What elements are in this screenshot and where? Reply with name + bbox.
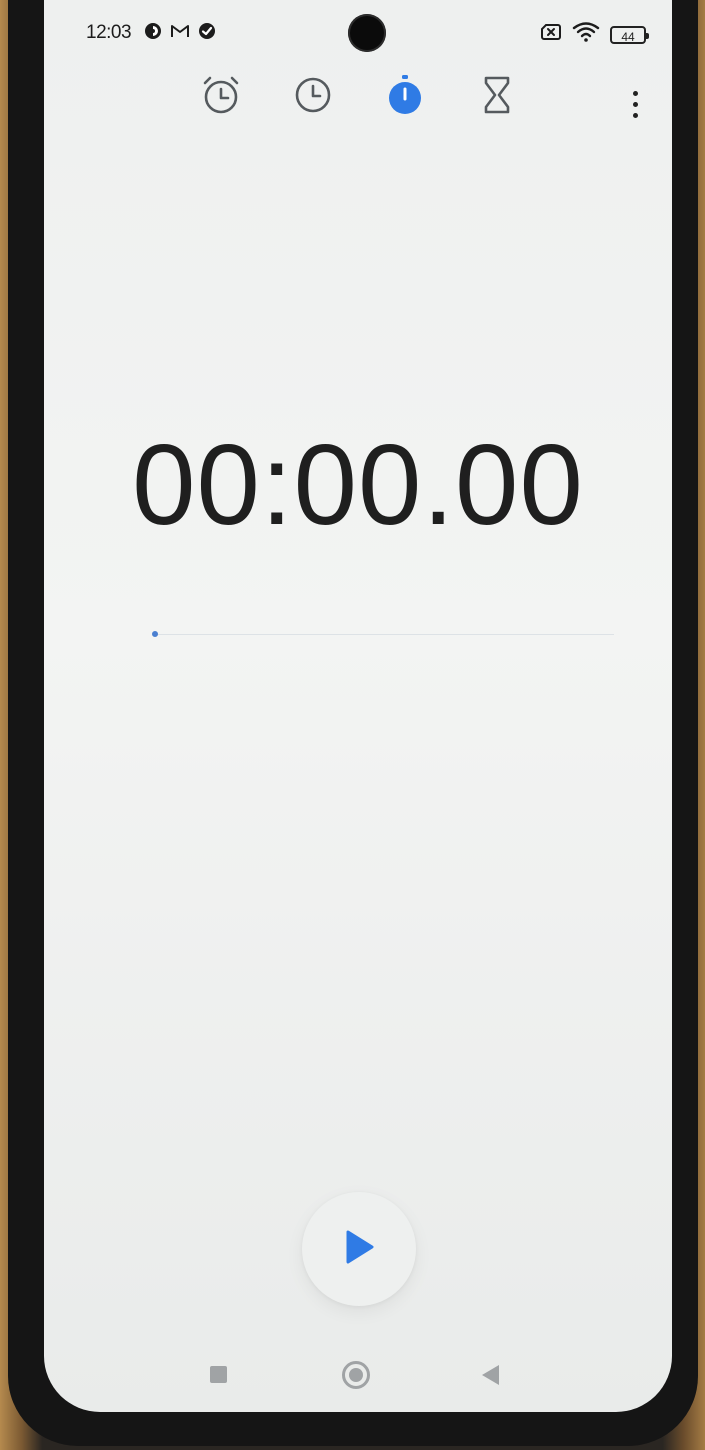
home-button[interactable] (342, 1361, 370, 1389)
navigation-bar (44, 1345, 672, 1405)
more-dot (632, 112, 638, 118)
recents-button[interactable] (210, 1366, 227, 1383)
check-circle-icon (198, 22, 216, 45)
vpn-key-icon (144, 22, 162, 45)
more-options-button[interactable] (620, 84, 650, 124)
elapsed-time-display: 00:00.00 (132, 422, 584, 549)
tab-clock[interactable] (290, 74, 336, 120)
progress-indicator (152, 631, 158, 637)
gmail-icon (170, 23, 190, 44)
battery-icon: 44 (610, 25, 649, 44)
start-button[interactable] (302, 1192, 416, 1306)
sim-off-icon (540, 23, 562, 46)
app-screen: 12:03 44 00:00.00 (44, 0, 672, 1412)
more-dot (632, 90, 638, 96)
home-dot (349, 1368, 363, 1382)
tab-stopwatch[interactable] (382, 74, 428, 120)
status-right-icons: 44 (540, 22, 649, 47)
wifi-icon (572, 22, 600, 47)
tab-bar (44, 70, 672, 124)
alarm-clock-icon (200, 74, 242, 121)
status-left-icons (144, 22, 216, 45)
progress-track (154, 634, 614, 635)
status-time: 12:03 (86, 22, 132, 43)
clock-icon (293, 75, 333, 120)
tab-timer[interactable] (474, 74, 520, 120)
play-icon (342, 1228, 376, 1271)
tab-alarm[interactable] (198, 74, 244, 120)
front-camera (348, 14, 386, 52)
back-button[interactable] (482, 1365, 499, 1385)
hourglass-icon (480, 74, 514, 121)
more-dot (632, 101, 638, 107)
stopwatch-icon (385, 74, 425, 121)
status-bar: 12:03 44 (44, 0, 672, 60)
